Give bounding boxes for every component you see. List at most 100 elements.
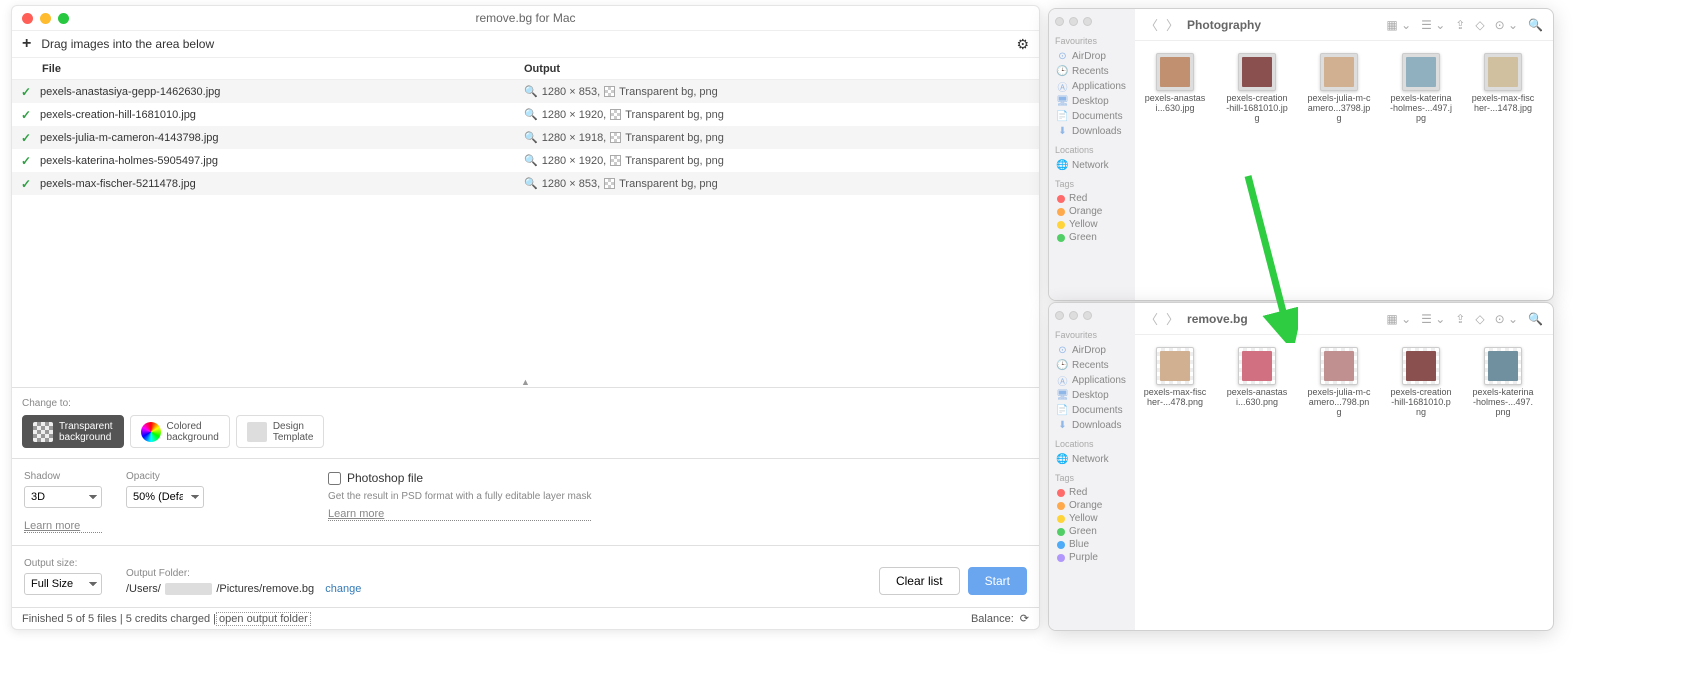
dimensions: 1280 × 1920, (542, 155, 607, 167)
sidebar-tag[interactable]: Yellow (1055, 218, 1129, 231)
table-row[interactable]: ✓ pexels-max-fischer-5211478.jpg 🔍 1280 … (12, 172, 1039, 195)
file-label: pexels-max-fischer-...478.png (1143, 388, 1207, 408)
shadow-select[interactable]: 3D (24, 486, 102, 508)
gear-icon[interactable]: ⚙ (1016, 36, 1029, 53)
magnifier-icon[interactable]: 🔍 (524, 85, 538, 98)
action-icon[interactable]: ⊙ ⌄ (1495, 312, 1518, 326)
file-rows: ✓ pexels-anastasiya-gepp-1462630.jpg 🔍 1… (12, 80, 1039, 195)
table-row[interactable]: ✓ pexels-katerina-holmes-5905497.jpg 🔍 1… (12, 149, 1039, 172)
file-icon[interactable]: pexels-katerina-holmes-...497.png (1471, 347, 1535, 418)
sidebar-tag[interactable]: Green (1055, 525, 1129, 538)
opacity-select[interactable]: 50% (Default) (126, 486, 204, 508)
sidebar-tag[interactable]: Red (1055, 192, 1129, 205)
magnifier-icon[interactable]: 🔍 (524, 131, 538, 144)
back-icon[interactable]: 〈 (1145, 15, 1158, 34)
sidebar-tag[interactable]: Orange (1055, 205, 1129, 218)
group-icon[interactable]: ☰ ⌄ (1421, 312, 1445, 326)
finder-icon-grid[interactable]: pexels-max-fischer-...478.png pexels-anas… (1135, 335, 1553, 630)
sidebar-item[interactable]: ⒶApplications (1055, 79, 1129, 94)
file-icon[interactable]: pexels-creation-hill-1681010.jpg (1225, 53, 1289, 124)
sidebar-item[interactable]: 📄Documents (1055, 109, 1129, 124)
sidebar-item[interactable]: 🖥Desktop (1055, 388, 1129, 403)
open-output-folder-link[interactable]: open output folder (216, 612, 311, 626)
finder-close-button[interactable] (1055, 17, 1064, 26)
sidebar-tag[interactable]: Green (1055, 231, 1129, 244)
share-icon[interactable]: ⇪ (1455, 18, 1465, 32)
file-icon[interactable]: pexels-max-fischer-...478.png (1143, 347, 1207, 418)
magnifier-icon[interactable]: 🔍 (524, 177, 538, 190)
sidebar-item[interactable]: 📄 Documents (1055, 403, 1129, 418)
clear-list-button[interactable]: Clear list (879, 567, 960, 595)
back-icon[interactable]: 〈 (1145, 309, 1158, 328)
finder-minimize-button[interactable] (1069, 17, 1078, 26)
sidebar-item-label: Documents (1072, 405, 1123, 416)
search-icon[interactable]: 🔍 (1528, 18, 1543, 32)
finder-maximize-button[interactable] (1083, 311, 1092, 320)
view-icons-icon[interactable]: ▦ ⌄ (1386, 18, 1411, 32)
file-label: pexels-creation-hill-1681010.png (1389, 388, 1453, 418)
file-icon[interactable]: pexels-anastasi...630.png (1225, 347, 1289, 418)
file-icon[interactable]: pexels-julia-m-camero...3798.jpg (1307, 53, 1371, 124)
sidebar-tag[interactable]: Purple (1055, 551, 1129, 564)
file-icon[interactable]: pexels-max-fischer-...1478.jpg (1471, 53, 1535, 124)
file-icon[interactable]: pexels-julia-m-camero...798.png (1307, 347, 1371, 418)
change-folder-link[interactable]: change (325, 583, 361, 595)
psd-checkbox[interactable] (328, 472, 341, 485)
file-icon[interactable]: pexels-anastasi...630.jpg (1143, 53, 1207, 124)
caret-up-icon[interactable]: ▲ (12, 377, 1039, 387)
action-icon[interactable]: ⊙ ⌄ (1495, 18, 1518, 32)
sidebar-item-icon: Ⓐ (1057, 375, 1068, 386)
sidebar-item[interactable]: 🖥Desktop (1055, 94, 1129, 109)
sidebar-tag[interactable]: Red (1055, 486, 1129, 499)
finder-close-button[interactable] (1055, 311, 1064, 320)
tag-icon[interactable]: ◇ (1475, 18, 1484, 32)
sidebar-item[interactable]: 🌐Network (1055, 158, 1129, 173)
col-output[interactable]: Output (524, 63, 1039, 75)
sidebar-item[interactable]: ⒶApplications (1055, 373, 1129, 388)
share-icon[interactable]: ⇪ (1455, 312, 1465, 326)
checkmark-icon: ✓ (12, 131, 40, 145)
sidebar-item[interactable]: ⊙AirDrop (1055, 343, 1129, 358)
sidebar-item[interactable]: 🕒Recents (1055, 64, 1129, 79)
finder-icon-grid[interactable]: pexels-anastasi...630.jpg pexels-creation… (1135, 41, 1553, 300)
learn-more-psd[interactable]: Learn more (328, 508, 591, 521)
start-button[interactable]: Start (968, 567, 1027, 595)
group-icon[interactable]: ☰ ⌄ (1421, 18, 1445, 32)
sidebar-item[interactable]: 🌐Network (1055, 452, 1129, 467)
output-size-select[interactable]: Full Size (24, 573, 102, 595)
sidebar-tag[interactable]: Blue (1055, 538, 1129, 551)
refresh-icon[interactable]: ⟳ (1020, 612, 1029, 625)
learn-more-shadow[interactable]: Learn more (24, 520, 102, 533)
table-row[interactable]: ✓ pexels-julia-m-cameron-4143798.jpg 🔍 1… (12, 126, 1039, 149)
file-icon[interactable]: pexels-katerina-holmes-...497.jpg (1389, 53, 1453, 124)
finder-minimize-button[interactable] (1069, 311, 1078, 320)
sidebar-item[interactable]: 🕒Recents (1055, 358, 1129, 373)
sidebar-item[interactable]: ⬇Downloads (1055, 124, 1129, 139)
file-icon[interactable]: pexels-creation-hill-1681010.png (1389, 347, 1453, 418)
sidebar-item-label: Network (1072, 160, 1109, 171)
sidebar-item-icon: 📄 (1057, 405, 1068, 416)
tag-icon[interactable]: ◇ (1475, 312, 1484, 326)
table-row[interactable]: ✓ pexels-anastasiya-gepp-1462630.jpg 🔍 1… (12, 80, 1039, 103)
magnifier-icon[interactable]: 🔍 (524, 108, 538, 121)
forward-icon[interactable]: 〉 (1166, 15, 1179, 34)
view-icons-icon[interactable]: ▦ ⌄ (1386, 312, 1411, 326)
drop-empty-area[interactable] (12, 195, 1039, 379)
finder-window-removebg: Favourites ⊙AirDrop🕒RecentsⒶApplications… (1048, 302, 1554, 631)
sidebar-tag[interactable]: Yellow (1055, 512, 1129, 525)
file-thumbnail (1238, 347, 1276, 385)
option-transparent-bg[interactable]: Transparentbackground (22, 415, 124, 448)
output-folder-hidden: xxxxx (165, 583, 213, 595)
drop-area-bar[interactable]: + Drag images into the area below ⚙ (12, 30, 1039, 58)
sidebar-item[interactable]: ⬇Downloads (1055, 418, 1129, 433)
finder-maximize-button[interactable] (1083, 17, 1092, 26)
table-row[interactable]: ✓ pexels-creation-hill-1681010.jpg 🔍 128… (12, 103, 1039, 126)
search-icon[interactable]: 🔍 (1528, 312, 1543, 326)
option-design-template[interactable]: DesignTemplate (236, 415, 325, 448)
sidebar-tag[interactable]: Orange (1055, 499, 1129, 512)
col-file[interactable]: File (12, 63, 524, 75)
sidebar-item[interactable]: ⊙AirDrop (1055, 49, 1129, 64)
magnifier-icon[interactable]: 🔍 (524, 154, 538, 167)
option-colored-bg[interactable]: Coloredbackground (130, 415, 230, 448)
forward-icon[interactable]: 〉 (1166, 309, 1179, 328)
